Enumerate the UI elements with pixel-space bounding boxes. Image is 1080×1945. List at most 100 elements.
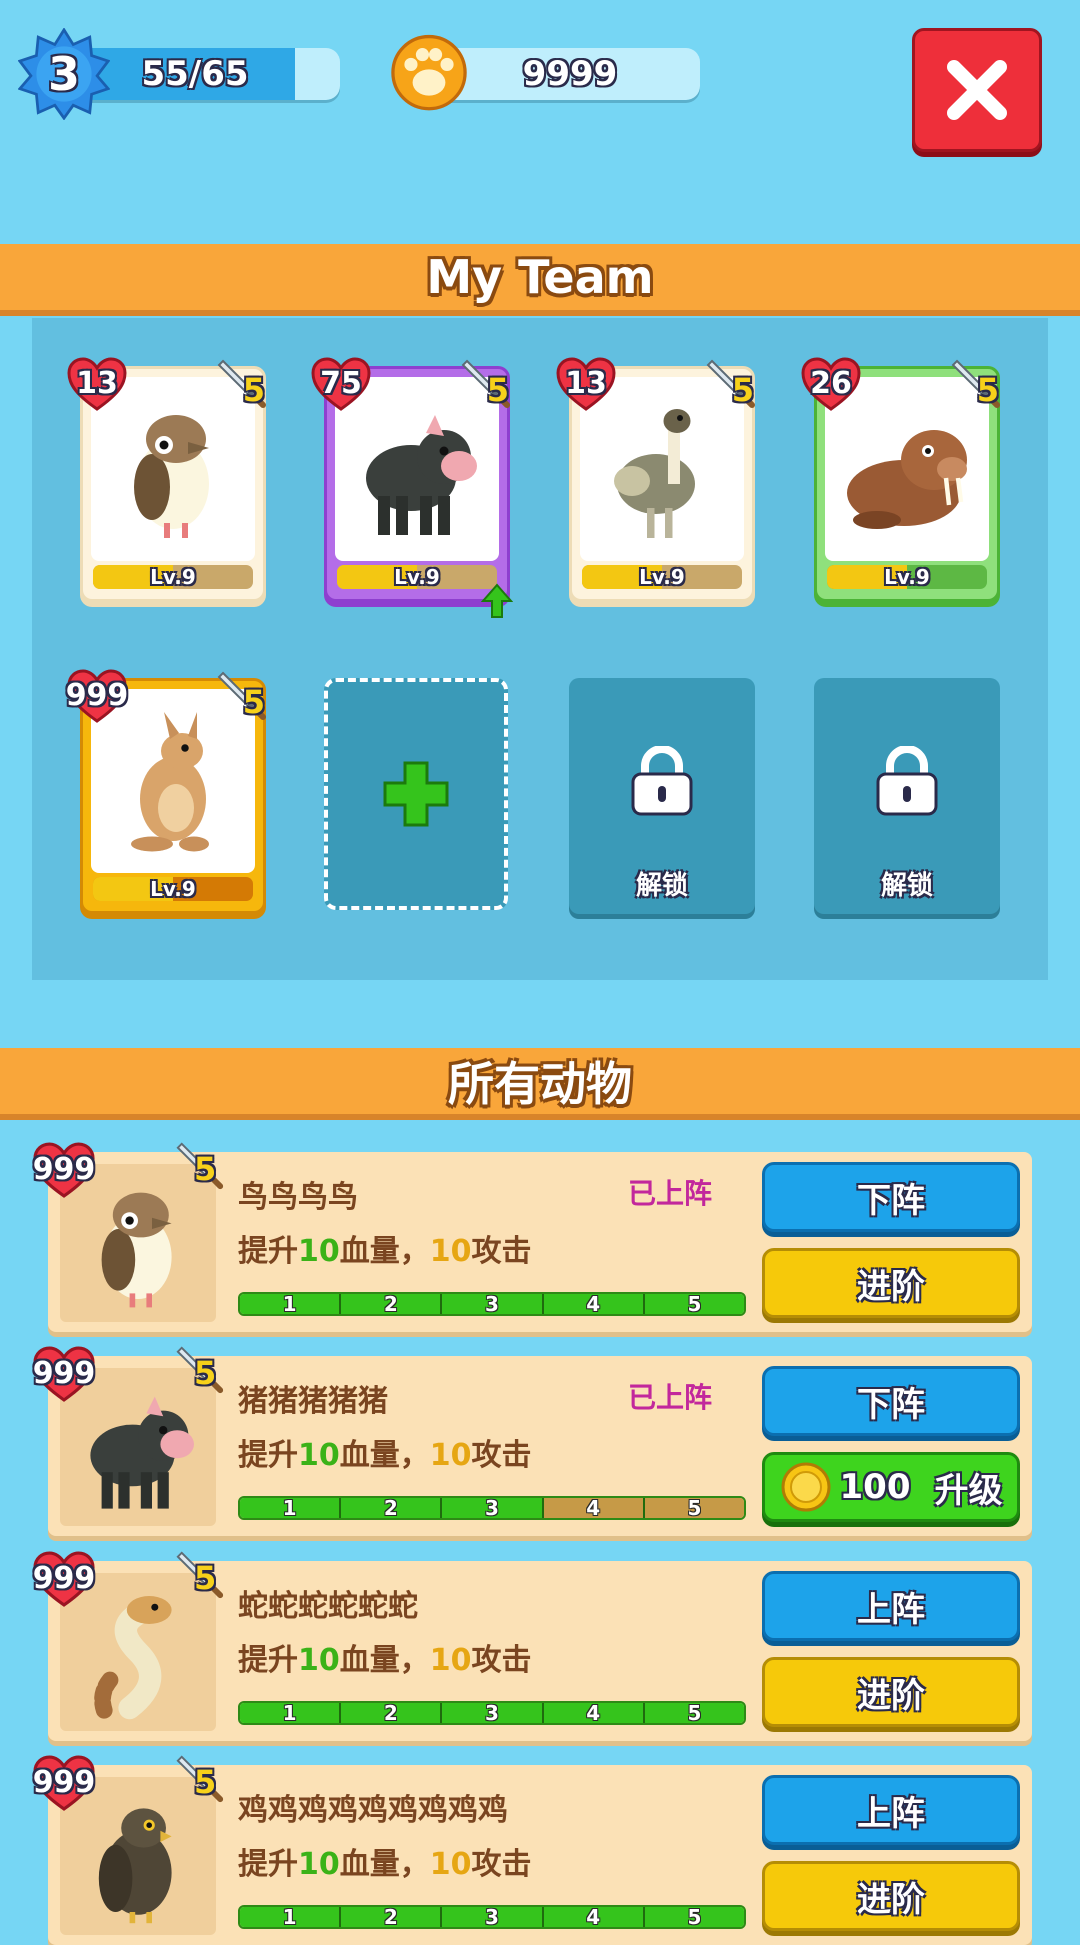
bonus-hp-value: 10 xyxy=(298,1643,340,1678)
progress-step: 1 xyxy=(240,1703,342,1723)
progress-step: 4 xyxy=(543,1294,645,1314)
locked-team-slot[interactable]: 解锁 xyxy=(569,678,755,914)
progress-step: 3 xyxy=(442,1703,544,1723)
bonus-hp-value: 10 xyxy=(298,1438,340,1473)
walrus-icon xyxy=(847,430,967,529)
paw-count: 9999 xyxy=(522,54,618,94)
bonus-mid: 血量， xyxy=(339,1234,430,1269)
upgrade-cost: 100 xyxy=(839,1467,911,1507)
team-card[interactable]: Lv.9 13 5 xyxy=(67,357,266,602)
bonus-suffix: 攻击 xyxy=(471,1438,532,1473)
bonus-suffix: 攻击 xyxy=(471,1643,532,1678)
animal-attack: 5 xyxy=(194,1150,217,1188)
team-card-level: Lv.9 xyxy=(150,565,196,589)
bonus-suffix: 攻击 xyxy=(471,1847,532,1882)
remove-from-team-button[interactable]: 下阵 xyxy=(762,1366,1020,1436)
button-label: 下阵 xyxy=(857,1384,925,1425)
coin-icon xyxy=(781,1462,830,1512)
progress-step: 5 xyxy=(644,1294,744,1314)
bonus-mid: 血量， xyxy=(339,1438,430,1473)
close-icon xyxy=(947,60,1007,120)
progress-step: 1 xyxy=(240,1498,342,1518)
team-card-level: Lv.9 xyxy=(150,877,196,901)
team-card-level: Lv.9 xyxy=(639,565,685,589)
advance-button[interactable]: 进阶 xyxy=(762,1861,1020,1931)
plus-icon xyxy=(383,761,449,827)
team-card-attack: 5 xyxy=(976,371,999,409)
bonus-prefix: 提升 xyxy=(238,1438,298,1473)
lock-icon xyxy=(631,746,693,816)
team-card-hp: 75 xyxy=(320,365,362,401)
star-progress-bar: 12345 xyxy=(238,1496,746,1520)
team-card[interactable]: Lv.9 13 5 xyxy=(556,357,755,602)
progress-step: 5 xyxy=(644,1703,744,1723)
team-card-level-bar: Lv.9 xyxy=(582,565,742,589)
animal-hp: 999 xyxy=(32,1151,96,1187)
close-button[interactable] xyxy=(912,28,1042,152)
team-card[interactable]: Lv.9 26 5 xyxy=(801,357,1000,602)
button-label: 下阵 xyxy=(857,1180,925,1221)
team-card[interactable]: Lv.9 999 5 xyxy=(66,669,266,914)
button-label: 上阵 xyxy=(857,1589,925,1630)
animal-bonus-text: 提升10血量，10攻击 xyxy=(238,1226,532,1270)
bonus-prefix: 提升 xyxy=(238,1234,298,1269)
deployed-status: 已上阵 xyxy=(628,1177,713,1210)
progress-step: 2 xyxy=(341,1498,443,1518)
add-to-team-button[interactable]: 上阵 xyxy=(762,1571,1020,1641)
remove-from-team-button[interactable]: 下阵 xyxy=(762,1162,1020,1232)
progress-step: 3 xyxy=(442,1498,544,1518)
progress-step: 4 xyxy=(543,1907,645,1927)
team-card-level-bar: Lv.9 xyxy=(827,565,987,589)
star-progress-bar: 12345 xyxy=(238,1905,746,1929)
bonus-atk-value: 10 xyxy=(429,1234,472,1269)
progress-step: 2 xyxy=(341,1294,443,1314)
team-card-attack: 5 xyxy=(242,371,265,409)
team-card-level-bar: Lv.9 xyxy=(93,877,253,901)
button-label: 进阶 xyxy=(857,1879,925,1920)
animal-name: 猪猪猪猪猪 xyxy=(238,1384,388,1419)
kangaroo-icon xyxy=(131,712,209,852)
star-progress-bar: 12345 xyxy=(238,1292,746,1316)
bonus-hp-value: 10 xyxy=(298,1847,340,1882)
animal-name: 鸡鸡鸡鸡鸡鸡鸡鸡鸡 xyxy=(238,1793,508,1828)
advance-button[interactable]: 进阶 xyxy=(762,1248,1020,1318)
team-card-level: Lv.9 xyxy=(884,565,930,589)
button-label: 进阶 xyxy=(857,1675,925,1716)
team-card-hp: 13 xyxy=(76,365,118,401)
bonus-suffix: 攻击 xyxy=(471,1234,532,1269)
animal-name: 鸟鸟鸟鸟 xyxy=(238,1180,358,1215)
add-team-slot-button[interactable] xyxy=(324,678,508,910)
animal-hp: 999 xyxy=(32,1764,96,1800)
animal-bonus-text: 提升10血量，10攻击 xyxy=(238,1430,532,1474)
team-card-hp: 13 xyxy=(565,365,607,401)
progress-step: 1 xyxy=(240,1907,342,1927)
button-label: 进阶 xyxy=(857,1266,925,1307)
unlock-label: 解锁 xyxy=(880,871,933,901)
button-label: 升级 xyxy=(934,1470,1003,1511)
player-level: 3 xyxy=(47,47,80,101)
my-team-banner: My Team xyxy=(0,244,1080,316)
deployed-status: 已上阵 xyxy=(628,1381,713,1414)
bonus-atk-value: 10 xyxy=(429,1847,472,1882)
advance-button[interactable]: 进阶 xyxy=(762,1657,1020,1727)
add-to-team-button[interactable]: 上阵 xyxy=(762,1775,1020,1845)
locked-team-slot[interactable]: 解锁 xyxy=(814,678,1000,914)
team-card-hp: 26 xyxy=(810,365,852,401)
progress-step: 3 xyxy=(442,1294,544,1314)
team-card-level: Lv.9 xyxy=(394,565,440,589)
progress-step: 4 xyxy=(543,1498,645,1518)
button-label: 上阵 xyxy=(857,1793,925,1834)
pig-icon xyxy=(366,415,477,535)
animal-name: 蛇蛇蛇蛇蛇蛇 xyxy=(238,1589,418,1624)
progress-step: 2 xyxy=(341,1703,443,1723)
animal-bonus-text: 提升10血量，10攻击 xyxy=(238,1635,532,1679)
lock-icon xyxy=(876,746,938,816)
progress-step: 4 xyxy=(543,1703,645,1723)
bonus-prefix: 提升 xyxy=(238,1643,298,1678)
animal-attack: 5 xyxy=(194,1763,217,1801)
bird-icon xyxy=(134,415,209,538)
upgrade-button[interactable]: 100 升级 xyxy=(762,1452,1020,1522)
unlock-label: 解锁 xyxy=(635,871,688,901)
team-card[interactable]: Lv.9 75 5 xyxy=(311,357,513,618)
team-card-level-bar: Lv.9 xyxy=(93,565,253,589)
